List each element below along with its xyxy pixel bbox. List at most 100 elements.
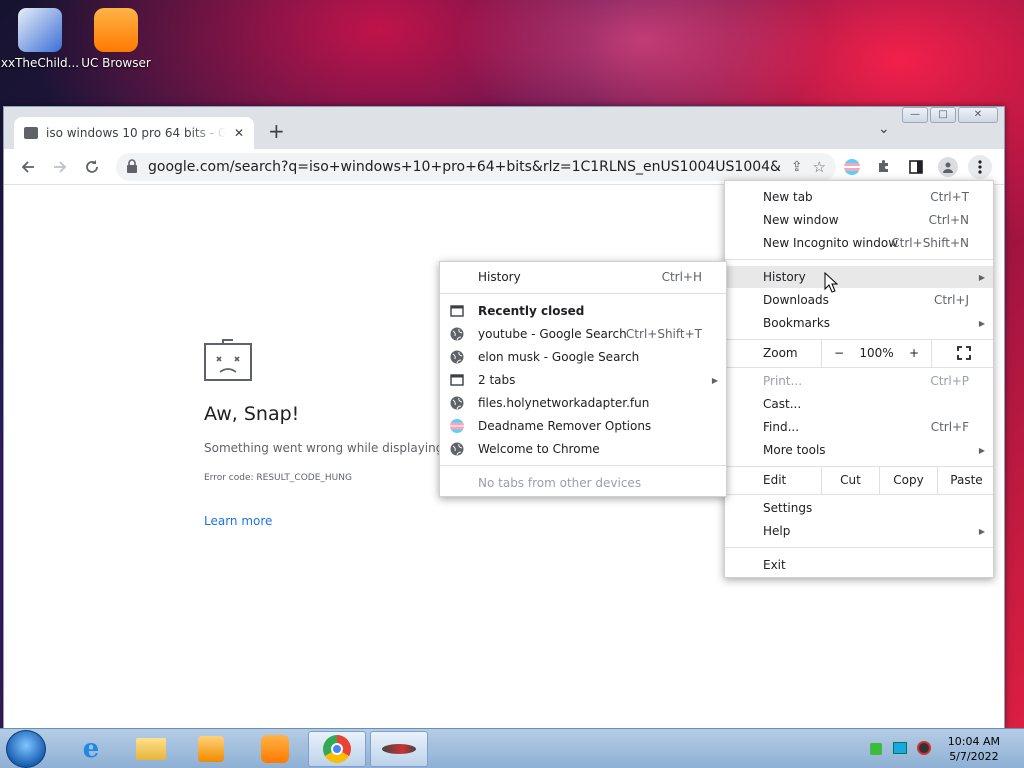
history-item[interactable]: elon musk - Google Search (440, 346, 726, 368)
menu-bookmarks[interactable]: Bookmarks ▶ (725, 312, 993, 334)
learn-more-link[interactable]: Learn more (204, 514, 272, 528)
clock-date: 5/7/2022 (949, 750, 999, 763)
paste-button[interactable]: Paste (937, 466, 995, 494)
bookmark-star-icon[interactable]: ☆ (813, 158, 826, 176)
chrome-icon (323, 735, 351, 763)
taskbar-uc-button[interactable] (246, 731, 304, 767)
window-controls: — □ ✕ (902, 107, 998, 123)
new-tab-button[interactable]: + (268, 119, 285, 143)
globe-icon (450, 327, 464, 341)
start-button[interactable] (6, 730, 46, 768)
cut-label: Cut (840, 473, 861, 487)
menu-kebab-icon[interactable] (968, 155, 992, 179)
menu-zoom-row: Zoom − 100% + (725, 339, 993, 367)
desktop-icon-xxthechild[interactable]: xxTheChild... (0, 8, 80, 70)
error-code: Error code: RESULT_CODE_HUNG (204, 473, 352, 483)
page-favicon-icon (24, 127, 38, 139)
history-item[interactable]: Deadname Remover Options (440, 415, 726, 437)
menu-label: Cast... (763, 397, 802, 411)
menu-label: No tabs from other devices (478, 476, 642, 490)
copy-button[interactable]: Copy (879, 466, 937, 494)
history-item[interactable]: youtube - Google Search Ctrl+Shift+T (440, 323, 726, 345)
menu-label: Exit (763, 558, 786, 572)
mouse-cursor-icon (824, 272, 838, 293)
history-item[interactable]: 2 tabs ▶ (440, 369, 726, 391)
media-player-icon (198, 736, 224, 762)
menu-more-tools[interactable]: More tools ▶ (725, 439, 993, 461)
share-icon[interactable]: ⇪ (791, 159, 803, 175)
zoom-value: 100% (859, 346, 894, 360)
menu-label: Deadname Remover Options (478, 419, 652, 433)
tab-close-icon[interactable]: ✕ (234, 126, 244, 140)
side-panel-icon[interactable] (904, 155, 928, 179)
extensions-puzzle-icon[interactable] (872, 155, 896, 179)
maximize-button[interactable]: □ (930, 107, 956, 123)
zoom-out-button[interactable]: − (834, 346, 844, 360)
submenu-arrow-icon: ▶ (978, 272, 985, 282)
close-window-button[interactable]: ✕ (958, 107, 998, 123)
history-item[interactable]: files.holynetworkadapter.fun (440, 392, 726, 414)
display-tray-icon[interactable] (893, 742, 907, 754)
address-bar[interactable]: google.com/search?q=iso+windows+10+pro+6… (116, 153, 836, 181)
minimize-button[interactable]: — (902, 107, 928, 123)
menu-print[interactable]: Print... Ctrl+P (725, 370, 993, 392)
zoom-in-button[interactable]: + (909, 346, 919, 360)
menu-label: New window (763, 213, 839, 227)
lock-icon[interactable] (126, 158, 138, 176)
tab-strip: iso windows 10 pro 64 bits - Google Sear… (4, 107, 1004, 149)
network-tray-icon[interactable] (870, 743, 882, 755)
menu-new-incognito[interactable]: New Incognito window Ctrl+Shift+N (725, 232, 993, 254)
taskbar-ie-button[interactable]: e (62, 731, 120, 767)
tab-icon (450, 305, 464, 317)
fish-icon (382, 744, 416, 754)
menu-exit[interactable]: Exit (725, 554, 993, 576)
cut-button[interactable]: Cut (821, 466, 879, 494)
menu-downloads[interactable]: Downloads Ctrl+J (725, 289, 993, 311)
menu-label: Bookmarks (763, 316, 831, 330)
url-text: google.com/search?q=iso+windows+10+pro+6… (148, 159, 781, 175)
menu-label: elon musk - Google Search (478, 350, 640, 364)
taskbar-explorer-button[interactable] (122, 731, 180, 767)
menu-new-window[interactable]: New window Ctrl+N (725, 209, 993, 231)
profile-avatar-icon[interactable] (936, 155, 960, 179)
taskbar-chrome-button[interactable] (308, 731, 366, 767)
system-clock[interactable]: 10:04 AM 5/7/2022 (948, 734, 1000, 764)
back-icon[interactable] (16, 155, 40, 179)
history-item[interactable]: Welcome to Chrome (440, 438, 726, 460)
menu-shortcut: Ctrl+F (930, 420, 969, 434)
fullscreen-icon[interactable] (931, 339, 995, 367)
volume-tray-icon[interactable] (917, 741, 931, 755)
taskbar-app-button[interactable] (370, 731, 428, 767)
menu-settings[interactable]: Settings (725, 497, 993, 519)
desktop-icon-label: xxTheChild... (0, 56, 80, 70)
menu-edit-row: Edit Cut Copy Paste (725, 466, 993, 494)
folder-icon (136, 738, 166, 760)
menu-label: New Incognito window (763, 236, 899, 250)
menu-label: Downloads (763, 293, 829, 307)
reload-icon[interactable] (80, 155, 104, 179)
forward-icon[interactable] (48, 155, 72, 179)
taskbar-media-button[interactable] (182, 731, 240, 767)
menu-new-tab[interactable]: New tab Ctrl+T (725, 186, 993, 208)
menu-shortcut: Ctrl+T (930, 190, 969, 204)
no-other-devices-text: No tabs from other devices (440, 472, 726, 494)
menu-history[interactable]: History ▶ (725, 266, 993, 288)
submenu-arrow-icon: ▶ (978, 445, 985, 455)
menu-label: History (763, 270, 806, 284)
error-title: Aw, Snap! (204, 403, 300, 425)
globe-icon (450, 396, 464, 410)
internet-explorer-icon: e (82, 734, 100, 764)
menu-help[interactable]: Help ▶ (725, 520, 993, 542)
clock-time: 10:04 AM (947, 735, 1000, 748)
extension-flag-icon[interactable] (840, 155, 864, 179)
tab-title: iso windows 10 pro 64 bits - Google Sear… (46, 126, 226, 140)
desktop-icon-uc-browser[interactable]: UC Browser (76, 8, 156, 70)
menu-label: Find... (763, 420, 800, 434)
menu-shortcut: Ctrl+N (928, 213, 969, 227)
menu-find[interactable]: Find... Ctrl+F (725, 416, 993, 438)
tab-active[interactable]: iso windows 10 pro 64 bits - Google Sear… (14, 117, 254, 149)
history-menu-item[interactable]: History Ctrl+H (440, 266, 726, 288)
submenu-arrow-icon: ▶ (978, 526, 985, 536)
tab-search-dropdown-icon[interactable]: ⌄ (878, 121, 890, 137)
menu-cast[interactable]: Cast... (725, 393, 993, 415)
